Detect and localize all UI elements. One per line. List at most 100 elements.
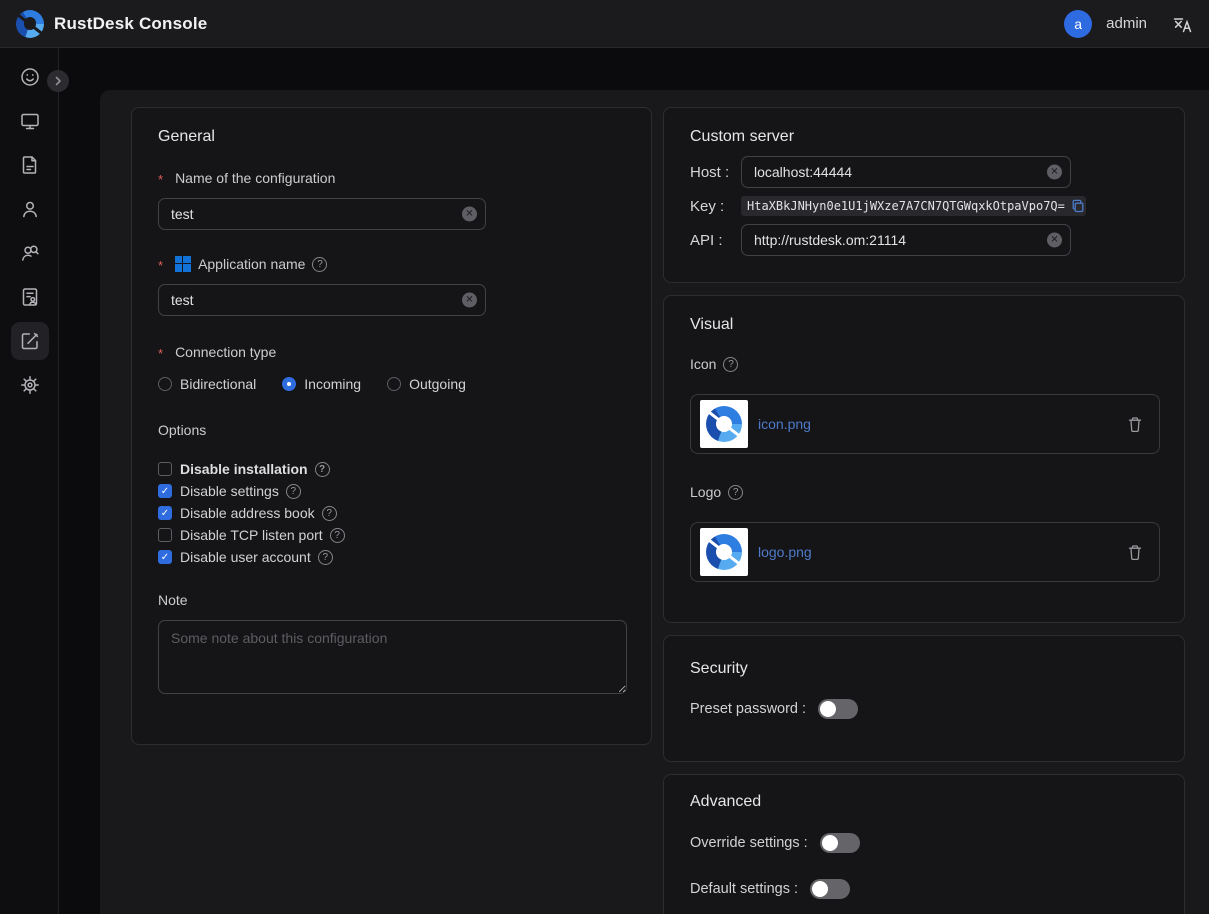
preset-password-row: Preset password : [690,699,1158,719]
config-name-label: Name of the configuration [158,170,625,186]
config-name-input[interactable] [158,198,486,230]
default-settings-row: Default settings : [690,879,1158,899]
option-disable-installation[interactable]: ✓ Disable installation ? [158,458,625,480]
checkbox-icon: ✓ [158,484,172,498]
sidebar-item-devices[interactable] [0,99,59,143]
radio-circle-icon [282,377,296,391]
option-disable-user-account[interactable]: ✓ Disable user account ? [158,546,625,568]
key-chip: HtaXBkJNHyn0e1U1jWXze7A7CN7QTGWqxkOtpaVp… [741,196,1086,216]
app-name-input[interactable] [158,284,486,316]
translate-icon[interactable] [1171,13,1193,35]
radio-bidirectional[interactable]: Bidirectional [158,376,256,392]
api-label: API : [690,232,741,249]
option-disable-settings[interactable]: ✓ Disable settings ? [158,480,625,502]
user-search-icon [19,242,41,264]
logo-thumbnail [700,528,748,576]
checkbox-icon: ✓ [158,462,172,476]
chevron-right-icon [53,76,63,86]
api-field-wrap: ✕ [741,224,1071,256]
radio-outgoing[interactable]: Outgoing [387,376,466,392]
help-icon[interactable]: ? [728,485,743,500]
user-icon [19,198,41,220]
sidebar-item-address-books[interactable] [0,275,59,319]
main-panel: General Name of the configuration ✕ Appl… [100,90,1209,914]
clear-icon[interactable]: ✕ [462,207,477,222]
checkbox-icon: ✓ [158,528,172,542]
preset-password-toggle[interactable] [818,699,858,719]
sidebar-item-sessions[interactable] [0,143,59,187]
edit-square-icon [19,330,41,352]
custom-server-card: Custom server Host : ✕ Key : HtaXBkJNHyn… [663,107,1185,283]
options-label: Options [158,422,625,438]
help-icon[interactable]: ? [723,357,738,372]
user-avatar[interactable]: a [1064,10,1092,38]
host-row: Host : ✕ [690,156,1158,188]
override-settings-label: Override settings : [690,835,808,851]
help-icon[interactable]: ? [286,484,301,499]
api-input[interactable] [741,224,1071,256]
radio-circle-icon [158,377,172,391]
topbar: RustDesk Console a admin [0,0,1209,48]
note-textarea[interactable] [158,620,627,694]
app-title: RustDesk Console [54,14,207,34]
help-icon[interactable]: ? [312,257,327,272]
icon-thumbnail [700,400,748,448]
monitor-icon [19,110,41,132]
help-icon[interactable]: ? [318,550,333,565]
advanced-card: Advanced Override settings : Default set… [663,774,1185,914]
advanced-title: Advanced [690,793,1158,811]
help-icon[interactable]: ? [330,528,345,543]
option-disable-address-book[interactable]: ✓ Disable address book ? [158,502,625,524]
override-settings-toggle[interactable] [820,833,860,853]
connection-type-label: Connection type [158,344,625,360]
rustdesk-logo-icon [16,10,44,38]
security-card: Security Preset password : [663,635,1185,762]
config-name-field-wrap: ✕ [158,198,486,230]
app-name-label: Application name ? [158,256,625,272]
icon-file-link[interactable]: icon.png [758,416,811,432]
general-title: General [158,128,625,146]
logo-file-link[interactable]: logo.png [758,544,812,560]
windows-logo-icon [175,256,191,272]
sidebar [0,48,59,914]
copy-icon[interactable] [1071,199,1085,213]
help-icon[interactable]: ? [315,462,330,477]
rustdesk-console-page: RustDesk Console a admin [0,0,1209,914]
radio-incoming[interactable]: Incoming [282,376,361,392]
brand: RustDesk Console [16,10,207,38]
icon-label: Icon ? [690,356,1158,372]
visual-title: Visual [690,316,1158,334]
document-icon [19,154,41,176]
option-disable-tcp-listen-port[interactable]: ✓ Disable TCP listen port ? [158,524,625,546]
custom-server-title: Custom server [690,128,1158,146]
host-field-wrap: ✕ [741,156,1071,188]
username[interactable]: admin [1106,15,1147,32]
checkbox-icon: ✓ [158,550,172,564]
host-input[interactable] [741,156,1071,188]
gear-icon [19,374,41,396]
trash-icon[interactable] [1127,416,1143,433]
security-title: Security [690,660,1158,678]
clear-icon[interactable]: ✕ [1047,165,1062,180]
checkbox-icon: ✓ [158,506,172,520]
default-settings-toggle[interactable] [810,879,850,899]
clear-icon[interactable]: ✕ [462,293,477,308]
override-settings-row: Override settings : [690,833,1158,853]
sidebar-item-custom-clients[interactable] [0,319,59,363]
icon-file-box: icon.png [690,394,1160,454]
api-row: API : ✕ [690,224,1158,256]
help-icon[interactable]: ? [322,506,337,521]
visual-card: Visual Icon ? icon.png [663,295,1185,623]
logo-label: Logo ? [690,484,1158,500]
key-value: HtaXBkJNHyn0e1U1jWXze7A7CN7QTGWqxkOtpaVp… [747,199,1065,213]
radio-circle-icon [387,377,401,391]
sidebar-expand-button[interactable] [47,70,69,92]
sidebar-item-users[interactable] [0,187,59,231]
sidebar-item-user-search[interactable] [0,231,59,275]
trash-icon[interactable] [1127,544,1143,561]
preset-password-label: Preset password : [690,701,806,717]
clear-icon[interactable]: ✕ [1047,233,1062,248]
host-label: Host : [690,164,741,181]
sidebar-item-settings[interactable] [0,363,59,407]
smiley-icon [19,66,41,88]
